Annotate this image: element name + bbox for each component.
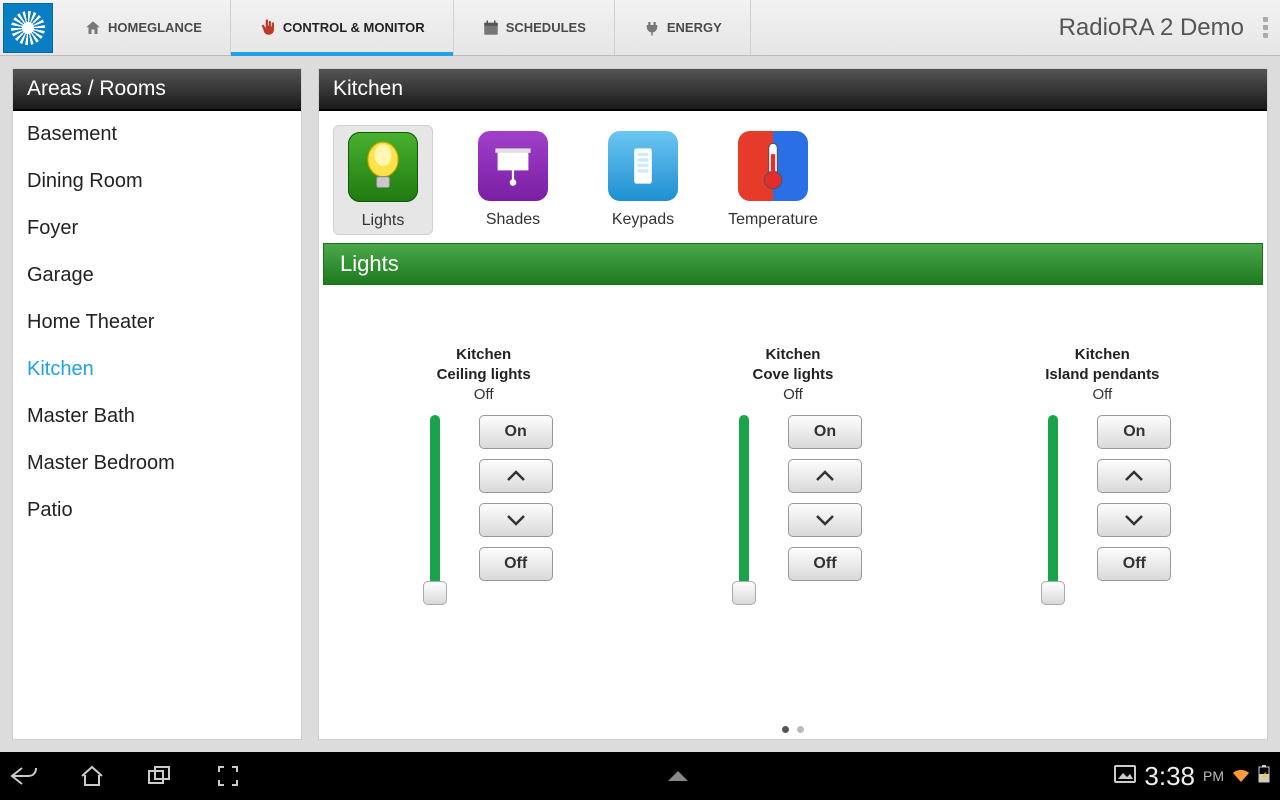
wifi-icon <box>1232 763 1250 789</box>
control-title: KitchenCove lights <box>753 345 834 384</box>
on-button[interactable]: On <box>1097 415 1171 449</box>
lower-button[interactable] <box>479 503 553 537</box>
room-kitchen[interactable]: Kitchen <box>13 346 301 393</box>
category-label: Keypads <box>612 211 674 229</box>
control-state: Off <box>1092 386 1112 403</box>
page-dot <box>797 726 804 733</box>
room-dining-room[interactable]: Dining Room <box>13 158 301 205</box>
app-logo[interactable] <box>3 3 53 53</box>
room-garage[interactable]: Garage <box>13 252 301 299</box>
room-basement[interactable]: Basement <box>13 111 301 158</box>
top-bar: HOMEGLANCE CONTROL & MONITOR SCHEDULES E… <box>0 0 1280 56</box>
dimmer-slider[interactable] <box>724 415 764 605</box>
main-tabs: HOMEGLANCE CONTROL & MONITOR SCHEDULES E… <box>56 0 751 55</box>
room-title: Kitchen <box>319 69 1267 111</box>
off-button[interactable]: Off <box>479 547 553 581</box>
light-control: KitchenIsland pendants Off On Off <box>962 345 1242 700</box>
category-shades[interactable]: Shades <box>463 125 563 235</box>
category-label: Temperature <box>728 211 818 229</box>
svg-text:⚡: ⚡ <box>1259 771 1269 781</box>
keypad-icon <box>608 131 678 201</box>
off-button[interactable]: Off <box>1097 547 1171 581</box>
back-button[interactable] <box>10 762 38 790</box>
tab-schedules[interactable]: SCHEDULES <box>454 0 615 55</box>
control-state: Off <box>783 386 803 403</box>
on-button[interactable]: On <box>479 415 553 449</box>
calendar-icon <box>482 19 500 37</box>
home-icon <box>84 19 102 37</box>
room-patio[interactable]: Patio <box>13 487 301 534</box>
clock-time: 3:38 <box>1144 761 1195 792</box>
thermometer-icon <box>738 131 808 201</box>
tab-label: CONTROL & MONITOR <box>283 20 425 35</box>
raise-button[interactable] <box>479 459 553 493</box>
chevron-up-icon <box>815 470 835 482</box>
app-title: RadioRA 2 Demo <box>1059 0 1250 55</box>
category-lights[interactable]: Lights <box>333 125 433 235</box>
category-row: Lights Shades Keypads <box>319 111 1267 243</box>
page-dot-active <box>782 726 789 733</box>
chevron-down-icon <box>815 514 835 526</box>
lightbulb-icon <box>348 132 418 202</box>
plug-icon <box>643 19 661 37</box>
nav-expand[interactable] <box>242 771 1114 781</box>
room-foyer[interactable]: Foyer <box>13 205 301 252</box>
page-indicator[interactable] <box>319 720 1267 739</box>
category-label: Shades <box>486 211 540 229</box>
category-temperature[interactable]: Temperature <box>723 125 823 235</box>
control-state: Off <box>474 386 494 403</box>
control-title: KitchenCeiling lights <box>437 345 531 384</box>
sidebar-title: Areas / Rooms <box>13 69 301 111</box>
light-control: KitchenCeiling lights Off On Off <box>344 345 624 700</box>
control-title: KitchenIsland pendants <box>1045 345 1159 384</box>
home-button[interactable] <box>78 762 106 790</box>
chevron-up-icon <box>506 470 526 482</box>
chevron-down-icon <box>506 514 526 526</box>
shades-icon <box>478 131 548 201</box>
chevron-up-icon <box>668 771 688 781</box>
screenshot-button[interactable] <box>214 762 242 790</box>
chevron-up-icon <box>1124 470 1144 482</box>
tab-control-monitor[interactable]: CONTROL & MONITOR <box>231 0 454 55</box>
chevron-down-icon <box>1124 514 1144 526</box>
tab-label: SCHEDULES <box>506 20 586 35</box>
raise-button[interactable] <box>1097 459 1171 493</box>
tab-energy[interactable]: ENERGY <box>615 0 751 55</box>
dimmer-slider[interactable] <box>1033 415 1073 605</box>
recent-apps-button[interactable] <box>146 762 174 790</box>
on-button[interactable]: On <box>788 415 862 449</box>
lower-button[interactable] <box>1097 503 1171 537</box>
gallery-icon[interactable] <box>1114 763 1136 789</box>
category-label: Lights <box>362 212 405 230</box>
off-button[interactable]: Off <box>788 547 862 581</box>
category-keypads[interactable]: Keypads <box>593 125 693 235</box>
overflow-menu[interactable] <box>1250 0 1280 55</box>
dimmer-slider[interactable] <box>415 415 455 605</box>
lower-button[interactable] <box>788 503 862 537</box>
battery-icon: ⚡ <box>1258 763 1270 789</box>
light-controls: KitchenCeiling lights Off On Off <box>319 285 1267 720</box>
tab-label: ENERGY <box>667 20 722 35</box>
tab-label: HOMEGLANCE <box>108 20 202 35</box>
tab-homeglance[interactable]: HOMEGLANCE <box>56 0 231 55</box>
raise-button[interactable] <box>788 459 862 493</box>
room-home-theater[interactable]: Home Theater <box>13 299 301 346</box>
android-navbar: 3:38 PM ⚡ <box>0 752 1280 800</box>
clock-ampm: PM <box>1203 768 1224 784</box>
room-master-bath[interactable]: Master Bath <box>13 393 301 440</box>
main-panel: Kitchen Lights Shades <box>318 68 1268 740</box>
rooms-sidebar: Areas / Rooms Basement Dining Room Foyer… <box>12 68 302 740</box>
room-master-bedroom[interactable]: Master Bedroom <box>13 440 301 487</box>
section-title: Lights <box>323 243 1263 285</box>
light-control: KitchenCove lights Off On Off <box>653 345 933 700</box>
hand-icon <box>259 19 277 37</box>
